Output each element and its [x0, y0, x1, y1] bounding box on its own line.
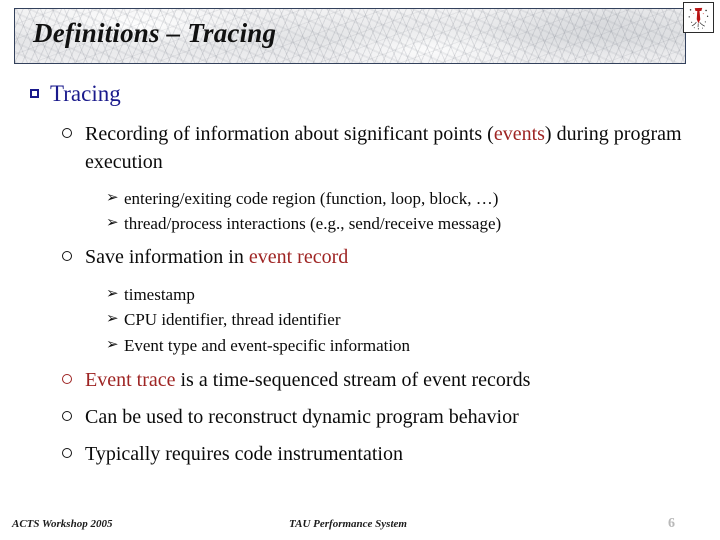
list-item-text: Recording of information about significa… [85, 122, 682, 173]
slide-body: Tracing Recording of information about s… [0, 80, 720, 469]
highlight-events: events [493, 122, 545, 145]
arrow-bullet-icon: ➢ [106, 215, 119, 232]
arrow-bullet-icon: ➢ [106, 286, 119, 303]
circle-bullet-icon [62, 243, 82, 262]
highlight-event-trace: Event trace [85, 368, 176, 391]
footer-center-text: TAU Performance System [289, 518, 407, 530]
arrow-bullet-icon: ➢ [106, 336, 119, 353]
list-item-text: Can be used to reconstruct dynamic progr… [85, 405, 519, 428]
list-item-text: timestamp [124, 285, 195, 305]
list-item: ➢ CPU identifier, thread identifier [0, 307, 720, 332]
list-item: ➢ thread/process interactions (e.g., sen… [0, 211, 720, 236]
circle-bullet-icon [62, 366, 82, 384]
highlight-event-record: event record [248, 246, 349, 269]
page-title: Definitions – Tracing [33, 18, 277, 48]
slide-title-bar: Definitions – Tracing [14, 8, 686, 64]
circle-bullet-icon [62, 403, 82, 421]
list-item: Typically requires code instrumentation [0, 440, 720, 468]
list-item-text: Typically requires code instrumentation [85, 442, 403, 465]
slide-footer: ACTS Workshop 2005 TAU Performance Syste… [0, 516, 720, 540]
arrow-bullet-icon: ➢ [106, 311, 119, 328]
square-bullet-icon [30, 80, 46, 98]
list-item: Event trace is a time-sequenced stream o… [0, 366, 720, 394]
list-item-text: Save information in event record [85, 246, 349, 269]
list-item-text: thread/process interactions (e.g., send/… [124, 214, 502, 234]
tau-red-splatter-logo-icon [683, 2, 714, 33]
bullet-level1-label: Tracing [50, 81, 121, 106]
circle-bullet-icon [62, 120, 82, 138]
list-item-text: Event trace is a time-sequenced stream o… [85, 368, 531, 391]
footer-page-number: 6 [668, 516, 675, 531]
list-item: ➢ entering/exiting code region (function… [0, 186, 720, 211]
circle-bullet-icon [62, 440, 82, 458]
list-item: ➢ timestamp [0, 282, 720, 307]
list-item: Recording of information about significa… [0, 120, 720, 176]
list-item-text: CPU identifier, thread identifier [124, 310, 341, 330]
list-item-text: entering/exiting code region (function, … [124, 188, 499, 208]
list-item: Save information in event record [0, 243, 720, 271]
arrow-bullet-icon: ➢ [106, 189, 119, 206]
list-item-text: Event type and event-specific informatio… [124, 335, 411, 355]
footer-left-text: ACTS Workshop 2005 [12, 518, 113, 530]
list-item: ➢ Event type and event-specific informat… [0, 333, 720, 358]
bullet-level1-tracing: Tracing [0, 80, 720, 109]
list-item: Can be used to reconstruct dynamic progr… [0, 403, 720, 431]
